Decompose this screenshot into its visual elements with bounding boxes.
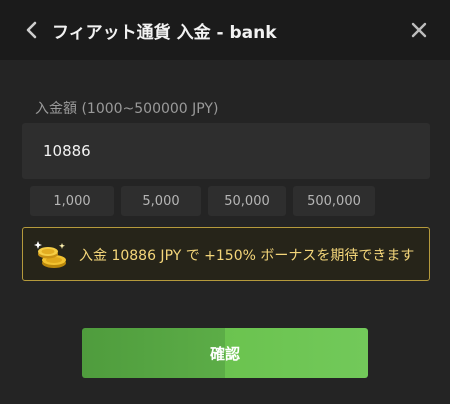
preset-button-1000[interactable]: 1,000 (30, 186, 114, 216)
gold-coins-icon (34, 241, 66, 268)
preset-button-50000[interactable]: 50,000 (208, 186, 286, 216)
preset-button-5000[interactable]: 5,000 (121, 186, 201, 216)
close-icon[interactable] (410, 21, 428, 39)
chevron-left-icon[interactable] (22, 20, 42, 40)
bonus-banner: 入金 10886 JPY で +150% ボーナスを期待できます (22, 227, 430, 281)
amount-input[interactable] (22, 123, 430, 179)
confirm-button[interactable]: 確認 (82, 328, 368, 378)
header-bar: フィアット通貨 入金 - bank (0, 0, 450, 60)
amount-label: 入金額 (1000~500000 JPY) (35, 101, 219, 117)
page-title: フィアット通貨 入金 - bank (52, 23, 277, 43)
preset-button-500000[interactable]: 500,000 (293, 186, 375, 216)
bonus-text: 入金 10886 JPY で +150% ボーナスを期待できます (79, 248, 415, 264)
